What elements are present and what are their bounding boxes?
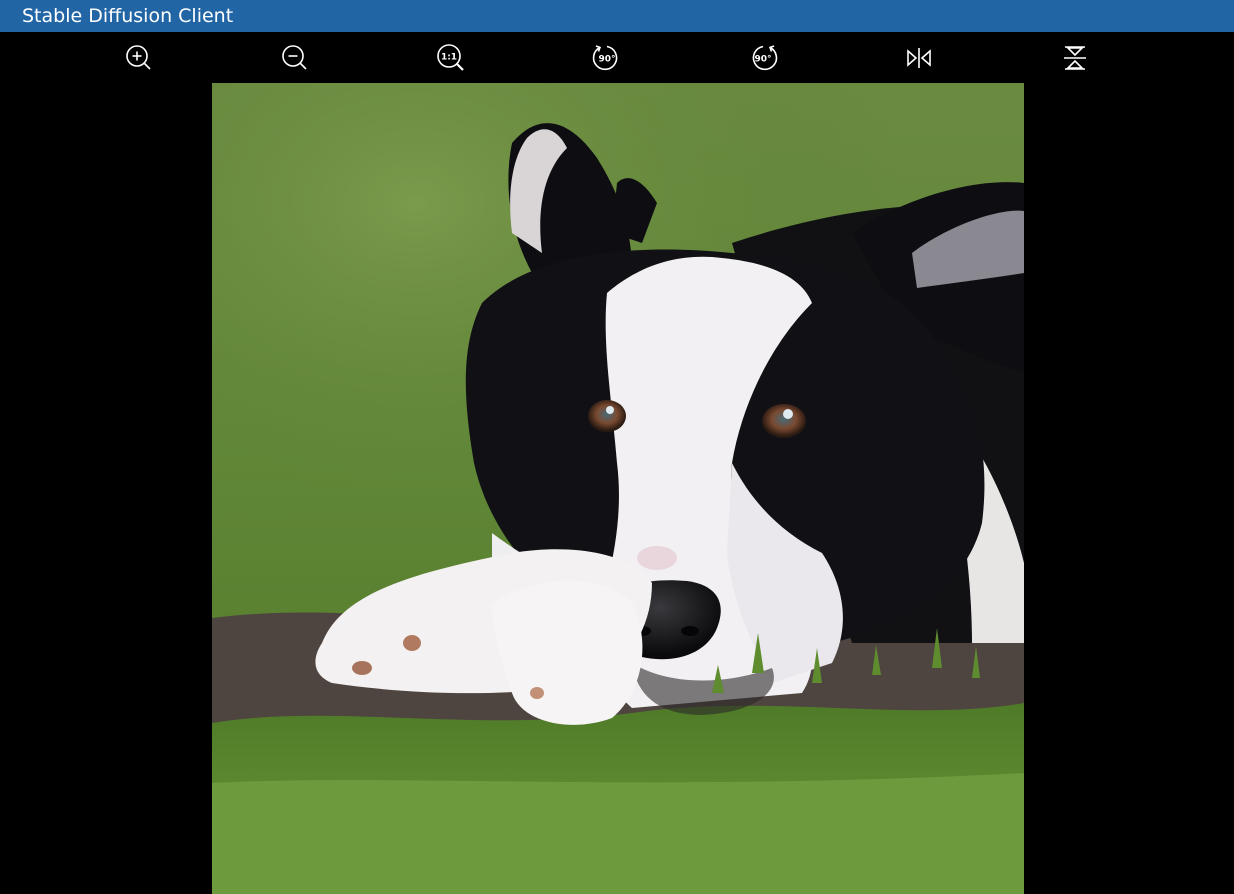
- rotate-right-icon: 90°: [752, 45, 778, 71]
- rotate-left-icon: 90°: [592, 45, 618, 71]
- flip-vertical-icon: [1064, 46, 1086, 70]
- zoom-out-button[interactable]: [278, 41, 312, 75]
- zoom-in-icon: [126, 45, 151, 70]
- window-title: Stable Diffusion Client: [22, 5, 234, 27]
- zoom-out-icon: [282, 45, 307, 70]
- actual-size-label: 1:1: [441, 53, 457, 63]
- actual-size-button[interactable]: 1:1: [434, 41, 468, 75]
- border-collie-dog-photo: [212, 83, 1024, 894]
- generated-image[interactable]: [212, 83, 1024, 894]
- flip-vertical-button[interactable]: [1058, 41, 1092, 75]
- image-viewer-window: Stable Diffusion Client 1:1 90° 90°: [0, 0, 1234, 894]
- title-bar[interactable]: Stable Diffusion Client: [0, 0, 1234, 32]
- rotate-left-button[interactable]: 90°: [590, 41, 624, 75]
- rotate-left-label: 90°: [598, 55, 615, 65]
- flip-horizontal-button[interactable]: [902, 41, 936, 75]
- actual-size-icon: 1:1: [437, 44, 464, 71]
- rotate-right-label: 90°: [754, 55, 771, 65]
- flip-horizontal-icon: [907, 48, 931, 68]
- zoom-in-button[interactable]: [122, 41, 156, 75]
- image-viewport[interactable]: [0, 83, 1234, 894]
- rotate-right-button[interactable]: 90°: [746, 41, 780, 75]
- viewer-toolbar: 1:1 90° 90°: [0, 32, 1234, 83]
